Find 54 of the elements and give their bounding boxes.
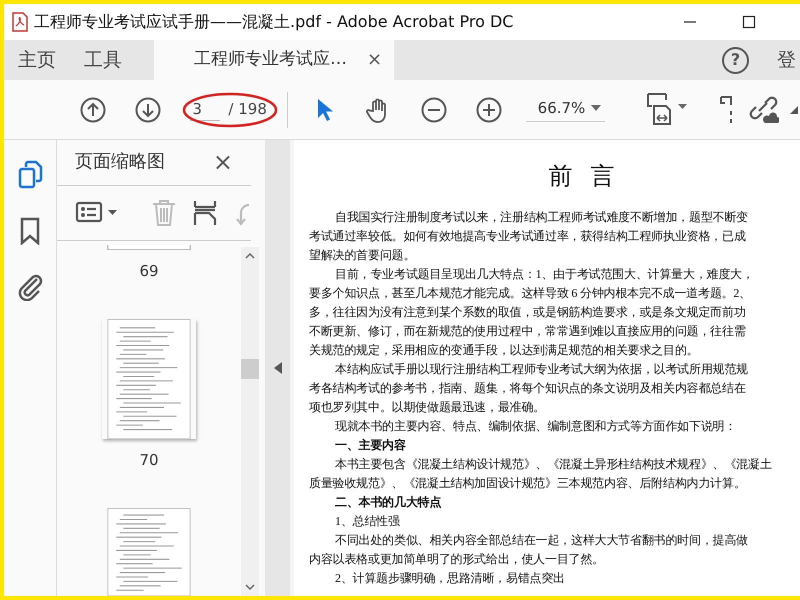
trash-icon: [151, 199, 177, 227]
document-text: 内容以表格或更加简单明了的形式给出，使人一目了然。: [309, 551, 604, 568]
share-icon: [790, 106, 798, 114]
maximize-icon: [742, 15, 756, 30]
document-text: 考试通过率较低。如何有效地提高专业考试通过率，获得结构工程师执业资格，已成: [309, 228, 746, 245]
document-text: 目前，专业考试题目呈现出几大特点：1、由于考试范围大、计算量大，难度大，: [335, 266, 754, 283]
insert-page-icon: [193, 199, 217, 227]
document-heading: 前 言: [548, 162, 622, 192]
zoom-dropdown[interactable]: 66.7%: [526, 96, 606, 122]
document-text: 现就本书的主要内容、特点、编制依据、编制意图和方式等方面作如下说明：: [335, 418, 736, 435]
caret-icon: [591, 105, 602, 111]
section-heading: 一、主要内容: [335, 437, 406, 454]
pdf-file-icon: [12, 12, 28, 32]
bookmark-icon: [20, 217, 40, 245]
page-number-label: 69: [139, 261, 159, 282]
document-text: 自我国实行注册制度考试以来，注册结构工程师考试难度不断增加，题型不断变: [335, 209, 748, 226]
help-button[interactable]: ?: [722, 46, 749, 74]
scrollbar-thumb[interactable]: [241, 359, 259, 379]
document-text: 质量验收规范》、《混凝土结构加固设计规范》三本规范内容、后附结构内力计算。: [309, 475, 746, 492]
document-text: 多，往往因为没有注意到某个系数的取值，或是钢筋构造要求，或是条文规定而前功: [309, 304, 746, 321]
document-text: 不同出处的类似、相关内容全部总结在一起，这样大大节省翻书的时间，提高做: [335, 532, 748, 549]
document-tab[interactable]: 工程师专业考试应… ×: [154, 40, 394, 80]
minimize-icon: [684, 21, 696, 24]
nav-tab[interactable]: 工具: [70, 40, 136, 80]
document-text: 本结构应试手册以现行注册结构工程师专业考试大纲为依据，以考试所用规范规: [335, 361, 748, 378]
close-panel-button[interactable]: ×: [208, 150, 237, 174]
document-text: 2、计算题步骤明确，思路清晰，易错点突出: [335, 570, 566, 587]
pages-icon: [17, 160, 43, 190]
close-tab-button[interactable]: ×: [363, 51, 386, 69]
paperclip-icon: [17, 273, 43, 301]
minus-circle-icon: [421, 96, 448, 122]
page-number-label: 70: [139, 450, 159, 472]
section-heading: 二、本书的几大特点: [335, 494, 442, 511]
sign-in-button[interactable]: 登: [769, 40, 800, 80]
window-title: 工程师专业考试应试手册——混凝土.pdf - Adobe Acrobat Pro DC: [34, 11, 514, 33]
page-count: / 198: [228, 99, 267, 120]
note-icon: [718, 94, 733, 124]
document-text: 项也罗列其中。以期使做题最迅速，最准确。: [309, 399, 546, 416]
plus-circle-icon: [476, 96, 502, 122]
link-cloud-icon: [747, 94, 780, 124]
panel-title: 页面缩略图: [75, 150, 165, 174]
page-number-field[interactable]: 3: [190, 98, 220, 122]
document-text: 不断更新、修订，而在新规范的使用过程中，常常遇到难以直接应用的问题，往往需: [309, 323, 746, 340]
scroll-up-icon: [245, 253, 255, 259]
document-text: 关规范的规定，采用相应的变通手段，以达到满足规范的相关要求之目的。: [309, 342, 698, 359]
vertical-scrollbar[interactable]: [241, 247, 259, 596]
left-triangle-icon: [274, 362, 282, 374]
document-text: 本书主要包含《混凝土结构设计规范》、《混凝土异形柱结构技术规程》、《混凝土: [335, 456, 772, 473]
document-text: 望解决的首要问题。: [309, 247, 416, 264]
document-text: 1、总结性强: [335, 513, 400, 530]
document-text: 考各结构考试的参考书，指南、题集，将每个知识点的条文说明及相关内容都总结在: [309, 380, 746, 397]
scroll-down-icon: [245, 584, 255, 590]
document-text: 要多个知识点，甚至几本规范才能完成。这样导致 6 分钟内根本完不成一道考题。2、: [309, 285, 752, 302]
nav-tab[interactable]: 主页: [4, 40, 70, 80]
